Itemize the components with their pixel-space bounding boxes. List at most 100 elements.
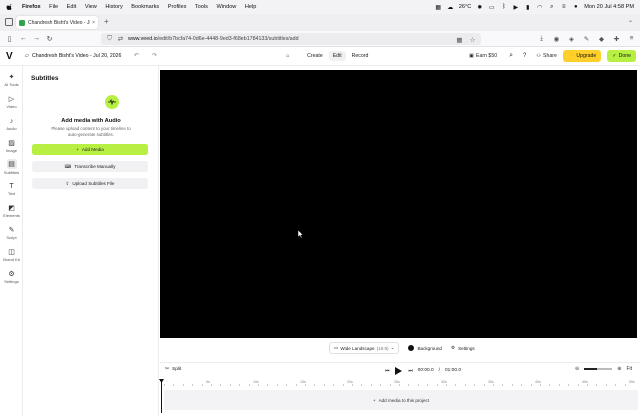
menu-history[interactable]: History bbox=[105, 4, 122, 10]
weather-text[interactable]: 26°C bbox=[459, 4, 472, 10]
rail-item-audio[interactable]: ♪ Audio bbox=[0, 117, 23, 132]
mode-tab-record[interactable]: Record bbox=[348, 51, 373, 61]
bluetooth-icon[interactable]: ᛒ bbox=[500, 4, 507, 11]
account-icon[interactable]: ◉ bbox=[552, 34, 561, 43]
search-icon[interactable]: ⌕ bbox=[509, 52, 513, 60]
project-title[interactable]: Chandresh Bisht's Video - Jul 20, 2026 bbox=[32, 53, 121, 59]
site-settings-icon[interactable]: ⇄ bbox=[116, 35, 125, 44]
background-button[interactable]: Background bbox=[408, 345, 442, 351]
fit-button[interactable]: Fit bbox=[626, 366, 632, 372]
play-status-icon[interactable]: ▶ bbox=[512, 4, 519, 11]
browser-tab-active[interactable]: Chandresh Bisht's Video - Jul 2 × bbox=[16, 16, 98, 29]
extensions-puzzle-icon[interactable]: ✚ bbox=[612, 34, 621, 43]
rail-item-text[interactable]: T Text bbox=[0, 182, 23, 197]
rail-item-ai-tools[interactable]: ✦ AI Tools bbox=[0, 73, 23, 87]
rail-item-elements[interactable]: ◩ Elements bbox=[0, 204, 23, 218]
zoom-in-icon[interactable]: ⊕ bbox=[617, 366, 621, 372]
menu-edit[interactable]: Edit bbox=[67, 4, 77, 10]
sparkle-icon: ✦ bbox=[8, 74, 15, 81]
menu-view[interactable]: View bbox=[85, 4, 97, 10]
new-tab-button[interactable]: + bbox=[104, 17, 109, 26]
video-preview-canvas[interactable] bbox=[160, 70, 637, 338]
cloud-status-icon[interactable]: ☁ bbox=[447, 4, 454, 11]
chevron-down-icon: ⌄ bbox=[390, 345, 395, 350]
play-button[interactable] bbox=[394, 366, 403, 375]
menu-tools[interactable]: Tools bbox=[195, 4, 208, 10]
apple-icon[interactable] bbox=[6, 3, 14, 11]
mode-tab-edit[interactable]: Edit bbox=[328, 51, 346, 61]
shield-icon[interactable]: ⛉ bbox=[105, 35, 114, 44]
earn-link[interactable]: ▣ Earn $50 bbox=[469, 53, 497, 59]
empty-track[interactable]: + Add media to this project bbox=[164, 390, 638, 410]
menu-profiles[interactable]: Profiles bbox=[168, 4, 187, 10]
playhead[interactable] bbox=[161, 379, 162, 413]
split-button[interactable]: ✂ Split bbox=[165, 367, 181, 372]
rail-item-brand-kit[interactable]: ◫ Brand Kit bbox=[0, 248, 23, 262]
timeline-ruler[interactable]: 5s 10s 15s 20s 25s 30s 35s 40s 45s 50s bbox=[160, 379, 640, 387]
canvas-settings-button[interactable]: ⚙ Settings bbox=[451, 345, 475, 351]
display-icon[interactable]: ▭ bbox=[488, 4, 495, 11]
zoom-out-icon[interactable]: ⊖ bbox=[575, 366, 579, 372]
extension-icon-1[interactable]: ◈ bbox=[567, 34, 576, 43]
skip-forward-icon[interactable]: ⏭ bbox=[408, 368, 412, 374]
grid-status-icon[interactable]: ▦ bbox=[435, 4, 442, 11]
extension-icon-2[interactable]: ✎ bbox=[582, 34, 591, 43]
siri-icon[interactable]: ● bbox=[572, 4, 579, 11]
help-icon[interactable]: ? bbox=[523, 53, 526, 59]
reload-icon[interactable]: ↻ bbox=[45, 34, 54, 43]
lightning-icon: ⚡ bbox=[567, 53, 575, 59]
qr-code-icon[interactable]: ▦ bbox=[455, 35, 464, 44]
upload-subtitles-button[interactable]: ⇪ Upload Subtitles File bbox=[32, 178, 148, 189]
rail-label: Script bbox=[6, 235, 17, 240]
aspect-ratio-value: (16:9) bbox=[376, 345, 389, 351]
menu-window[interactable]: Window bbox=[216, 4, 236, 10]
bookmark-star-icon[interactable]: ☆ bbox=[468, 35, 477, 44]
back-icon[interactable]: ← bbox=[19, 34, 28, 43]
ruler-tick-mark bbox=[427, 384, 428, 386]
menu-hamburger-icon[interactable]: ≡ bbox=[627, 34, 636, 43]
upload-label: Upload Subtitles File bbox=[72, 181, 115, 186]
search-status-icon[interactable]: ⌕ bbox=[548, 4, 555, 11]
rail-item-script[interactable]: ✎ Script bbox=[0, 226, 23, 240]
ruler-tick-mark bbox=[333, 384, 334, 386]
sidebar-panel-icon[interactable]: ▯ bbox=[5, 34, 14, 43]
zoom-slider[interactable] bbox=[584, 367, 613, 370]
share-button[interactable]: ⚇ Share bbox=[536, 53, 557, 59]
url-bar[interactable]: ⛉ ⇄ www.veed.io /edit/b7bcfa74-0d6e-4448… bbox=[101, 33, 481, 45]
datetime-text[interactable]: Mon 20 Jul 4:58 PM bbox=[584, 4, 634, 10]
download-icon[interactable]: ⤓ bbox=[537, 34, 546, 43]
menu-help[interactable]: Help bbox=[245, 4, 257, 10]
ruler-tick-mark bbox=[605, 384, 607, 386]
skip-back-icon[interactable]: ⏮ bbox=[385, 368, 389, 374]
redo-icon[interactable]: ↷ bbox=[152, 52, 157, 59]
menu-app-name[interactable]: Firefox bbox=[22, 4, 41, 10]
tab-list-chevron-icon[interactable]: ⌄ bbox=[628, 17, 633, 24]
transcribe-manually-button[interactable]: ⌨ Transcribe Manually bbox=[32, 161, 148, 172]
project-title-group[interactable]: ▱ Chandresh Bisht's Video - Jul 20, 2026 bbox=[25, 53, 121, 59]
rail-item-image[interactable]: ▨ Image bbox=[0, 139, 23, 153]
ruler-tick-mark bbox=[521, 384, 522, 386]
wifi-icon[interactable]: ◠ bbox=[536, 4, 543, 11]
forward-icon[interactable]: → bbox=[32, 34, 41, 43]
menu-file[interactable]: File bbox=[49, 4, 58, 10]
tab-close-icon[interactable]: × bbox=[92, 20, 95, 26]
battery-icon[interactable]: ▮ bbox=[524, 4, 531, 11]
ruler-tick-mark bbox=[615, 384, 616, 386]
upgrade-button[interactable]: ⚡ Upgrade bbox=[562, 50, 602, 62]
rail-item-settings[interactable]: ⚙ Settings bbox=[0, 270, 23, 284]
undo-icon[interactable]: ↶ bbox=[134, 52, 139, 59]
veed-logo[interactable]: V bbox=[6, 51, 13, 62]
ruler-tick-mark bbox=[511, 384, 513, 386]
menu-bookmarks[interactable]: Bookmarks bbox=[131, 4, 159, 10]
mode-tab-create[interactable]: Create bbox=[303, 51, 327, 61]
add-media-button[interactable]: + Add Media bbox=[32, 144, 148, 155]
rail-item-video[interactable]: ▷ Video bbox=[0, 95, 23, 109]
control-center-icon[interactable]: ≡ bbox=[560, 4, 567, 11]
brightness-icon[interactable]: ✹ bbox=[476, 4, 483, 11]
rail-item-subtitles[interactable]: ▤ Subtitles bbox=[0, 159, 23, 175]
sidebar-toggle-icon[interactable] bbox=[5, 18, 13, 26]
aspect-ratio-select[interactable]: ▭ Wide Landscape (16:9) ⌄ bbox=[329, 342, 400, 354]
done-button[interactable]: ✓ Done bbox=[607, 50, 636, 62]
home-icon[interactable]: ⌂ bbox=[282, 51, 293, 61]
extension-icon-3[interactable]: ◆ bbox=[597, 34, 606, 43]
